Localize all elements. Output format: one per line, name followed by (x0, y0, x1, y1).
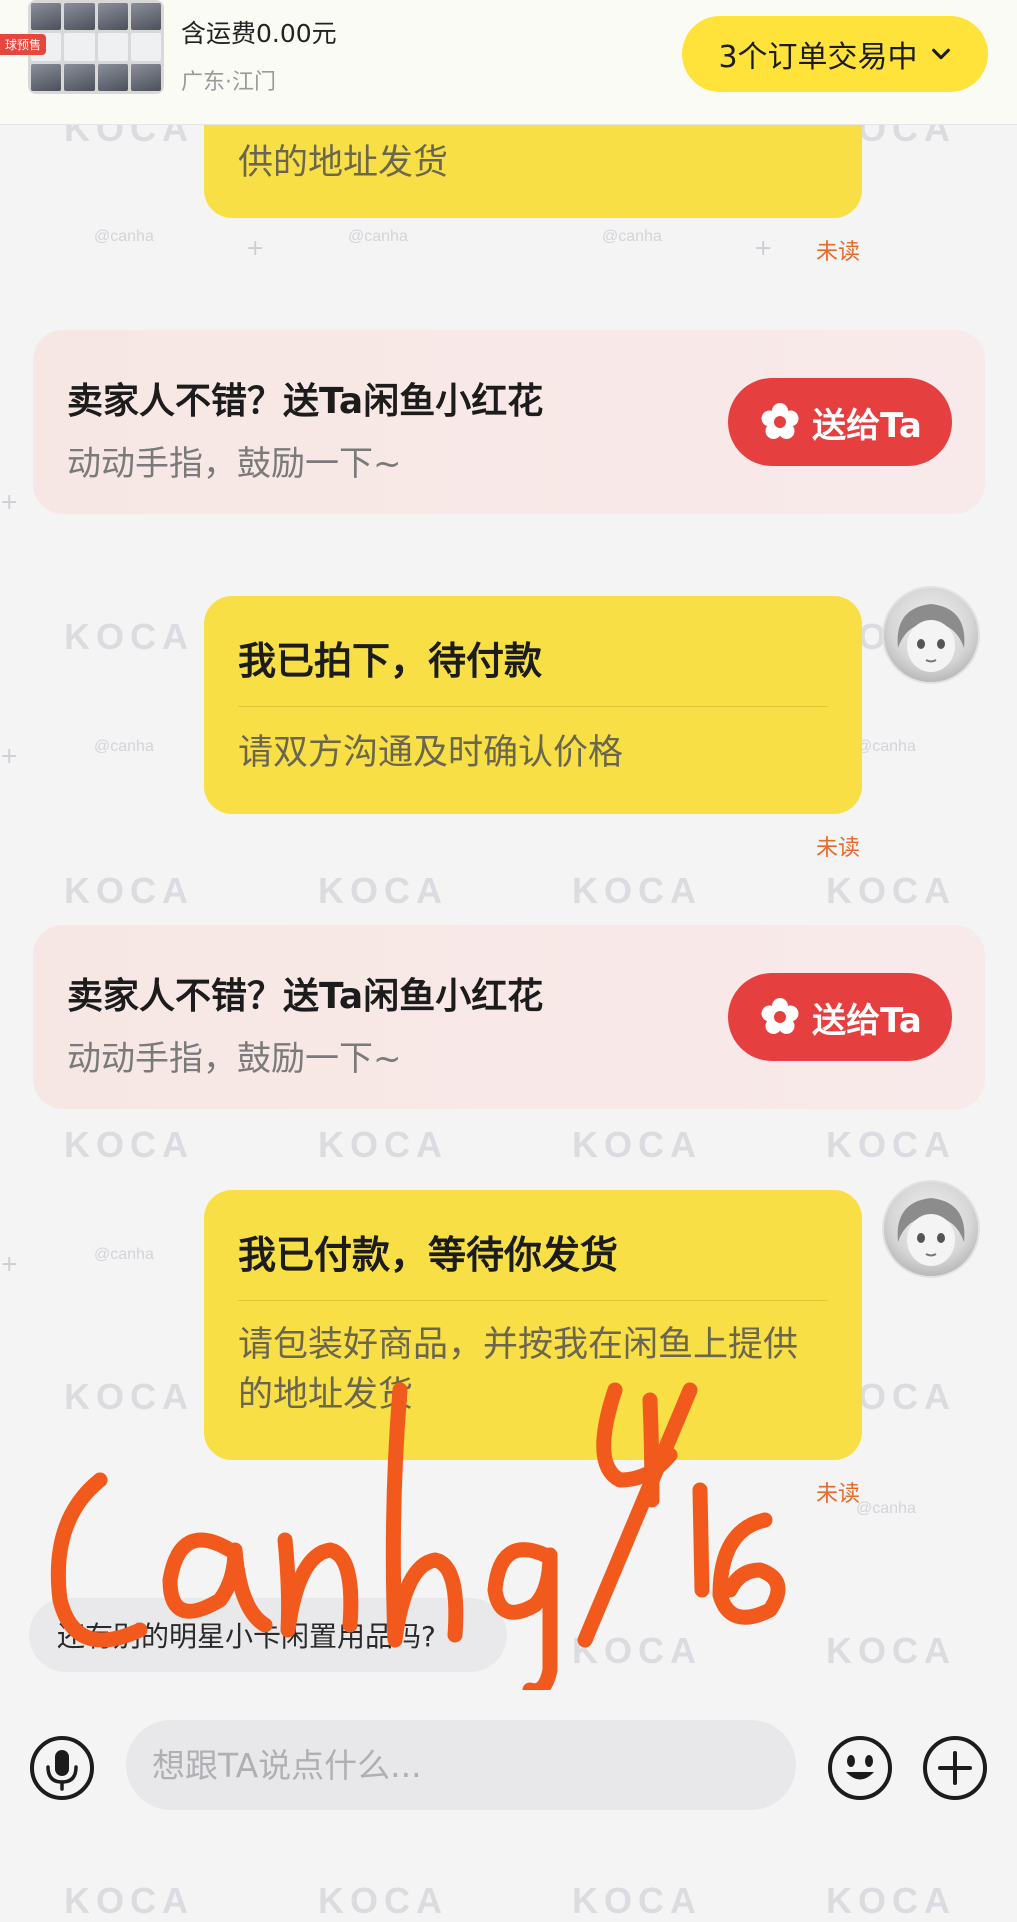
watermark-logo: KOCA (826, 1630, 956, 1671)
bubble-description: 请双方沟通及时确认价格 (238, 733, 624, 773)
order-header[interactable]: 球预售 含运费0.00元 广东·江门 3个订单交易中 (0, 0, 1017, 125)
watermark-handle: @canha (856, 1500, 916, 1517)
message-bubble: 我已付款，等待你发货 请包装好商品，并按我在闲鱼上提供的地址发货 (204, 1190, 862, 1460)
watermark-logo: KOCA (826, 1880, 956, 1921)
watermark-logo: KOCA (572, 1880, 702, 1921)
send-flower-button[interactable]: 送给Ta (728, 378, 952, 466)
bubble-title: 我已付款，等待你发货 (238, 1233, 619, 1277)
watermark-handle: @canha (856, 738, 916, 755)
message-input[interactable] (126, 1720, 796, 1810)
smiley-icon (828, 1736, 892, 1800)
flower-card-subtitle: 动动手指，鼓励一下~ (67, 1039, 402, 1079)
watermark-logo: KOCA (572, 870, 702, 911)
unread-status: 未读 (816, 240, 861, 265)
watermark-logo: KOCA (64, 1376, 194, 1417)
watermark-logo: KOCA (64, 1124, 194, 1165)
emoji-button[interactable] (827, 1735, 893, 1801)
watermark-plus: + (754, 236, 773, 261)
seller-location: 广东·江门 (181, 70, 276, 95)
unread-status: 未读 (816, 1482, 861, 1507)
voice-input-button[interactable] (29, 1735, 95, 1801)
flower-card-title: 卖家人不错？送Ta闲鱼小红花 (67, 381, 544, 422)
watermark-logo: KOCA (572, 1124, 702, 1165)
send-flower-label: 送给Ta (812, 405, 922, 446)
avatar-illustration (897, 1198, 965, 1266)
bubble-description: 供的地址发货 (238, 143, 449, 183)
watermark-logo: KOCA (826, 1124, 956, 1165)
watermark-logo: KOCA (318, 870, 448, 911)
orders-in-progress-button[interactable]: 3个订单交易中 (682, 16, 988, 92)
watermark-plus: + (0, 1252, 19, 1277)
more-actions-button[interactable] (922, 1735, 988, 1801)
watermark-handle: @canha (94, 1246, 154, 1263)
bubble-divider (238, 706, 828, 707)
user-avatar[interactable] (882, 586, 980, 684)
shipping-fee: 含运费0.00元 (181, 19, 337, 48)
watermark-handle: @canha (94, 738, 154, 755)
send-flower-label: 送给Ta (812, 1000, 922, 1041)
unread-status: 未读 (816, 836, 861, 861)
avatar-illustration (897, 604, 965, 672)
flower-icon (761, 403, 799, 439)
watermark-handle: @canha (94, 228, 154, 245)
flower-reward-card: 卖家人不错？送Ta闲鱼小红花 动动手指，鼓励一下~ 送给Ta (33, 330, 985, 514)
watermark-logo: KOCA (318, 1880, 448, 1921)
watermark-handle: @canha (348, 228, 408, 245)
flower-reward-card: 卖家人不错？送Ta闲鱼小红花 动动手指，鼓励一下~ 送给Ta (33, 925, 985, 1109)
send-flower-button[interactable]: 送给Ta (728, 973, 952, 1061)
chevron-down-icon (931, 48, 950, 60)
flower-card-subtitle: 动动手指，鼓励一下~ (67, 444, 402, 484)
watermark-logo: KOCA (572, 1630, 702, 1671)
plus-circle-icon (923, 1736, 987, 1800)
flower-icon (761, 998, 799, 1034)
watermark-logo: KOCA (318, 1124, 448, 1165)
bubble-divider (238, 1300, 828, 1301)
watermark-plus: + (0, 490, 19, 515)
watermark-plus: + (246, 236, 265, 261)
user-avatar[interactable] (882, 1180, 980, 1278)
suggested-question-chip[interactable]: 还有别的明星小卡闲置用品吗? (29, 1598, 507, 1672)
message-bubble: 我已拍下，待付款 请双方沟通及时确认价格 (204, 596, 862, 814)
presale-tag: 球预售 (0, 34, 47, 55)
watermark-logo: KOCA (64, 870, 194, 911)
watermark-plus: + (0, 744, 19, 769)
bubble-title: 我已拍下，待付款 (238, 639, 543, 683)
watermark-logo: KOCA (64, 1880, 194, 1921)
orders-button-label: 3个订单交易中 (718, 40, 918, 75)
product-thumbnail[interactable] (28, 0, 164, 94)
bubble-description: 请包装好商品，并按我在闲鱼上提供的地址发货 (238, 1325, 799, 1415)
watermark-logo: KOCA (826, 870, 956, 911)
microphone-icon (30, 1736, 94, 1800)
watermark-handle: @canha (602, 228, 662, 245)
watermark-logo: KOCA (64, 616, 194, 657)
flower-card-title: 卖家人不错？送Ta闲鱼小红花 (67, 976, 544, 1017)
